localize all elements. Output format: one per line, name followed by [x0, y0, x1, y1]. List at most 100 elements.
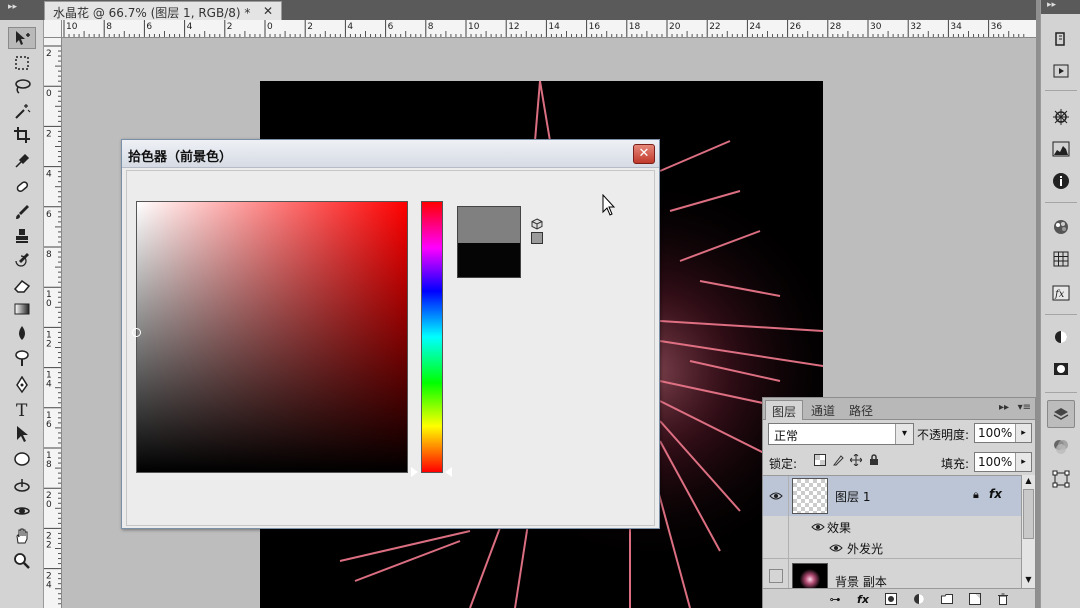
- move-tool-icon[interactable]: [8, 27, 36, 49]
- layer-thumbnail[interactable]: [792, 563, 828, 588]
- current-color-swatch[interactable]: [458, 243, 520, 277]
- horizontal-ruler[interactable]: 10 8 6 4 2 0 2 4 6 8 10 12 14 16 18 20 22 24 26 28 30 32 34 36: [62, 20, 1040, 38]
- layers-panel: 图层 通道 路径 ▸▸ ▾≡ 正常 ▾ 不透明度: 100% ▸ 锁定: 填充:…: [762, 397, 1036, 608]
- web-safe-color-icon[interactable]: [531, 232, 543, 244]
- new-group-icon[interactable]: [939, 591, 955, 607]
- healing-brush-tool-icon[interactable]: [8, 176, 36, 198]
- layer-fx-badge[interactable]: fx: [989, 487, 1002, 501]
- lasso-tool-icon[interactable]: [8, 75, 36, 97]
- hand-tool-icon[interactable]: [8, 525, 36, 547]
- layer-row-background-copy[interactable]: 背景 副本: [763, 558, 1021, 588]
- marquee-tool-icon[interactable]: [8, 52, 36, 74]
- blend-mode-select[interactable]: 正常 ▾: [768, 423, 914, 445]
- outer-glow-effect-row[interactable]: 外发光: [763, 537, 1021, 558]
- close-dialog-button[interactable]: ✕: [633, 144, 655, 164]
- ruler-label: 2: [46, 540, 52, 550]
- actions-panel-icon[interactable]: [1049, 60, 1073, 82]
- gradient-tool-icon[interactable]: [8, 298, 36, 320]
- hue-slider-left-handle[interactable]: [411, 467, 418, 477]
- fill-slider-arrow-icon[interactable]: ▸: [1015, 453, 1031, 471]
- fill-value: 100%: [978, 455, 1013, 469]
- scroll-down-icon[interactable]: ▼: [1023, 575, 1034, 587]
- masks-panel-icon[interactable]: [1049, 358, 1073, 380]
- 3d-rotate-tool-icon[interactable]: [8, 475, 36, 497]
- link-layers-icon[interactable]: ⊶: [827, 591, 843, 607]
- lock-position-icon[interactable]: [849, 453, 863, 467]
- layers-scrollbar[interactable]: ▲ ▼: [1021, 475, 1035, 588]
- fill-input[interactable]: 100% ▸: [974, 452, 1032, 472]
- type-tool-icon[interactable]: T: [8, 398, 36, 420]
- visibility-toggle-empty[interactable]: [769, 569, 783, 583]
- ruler-label: 8: [428, 22, 434, 32]
- navigator-panel-icon[interactable]: [1049, 106, 1073, 128]
- lock-all-icon[interactable]: [867, 453, 881, 467]
- info-panel-icon[interactable]: [1049, 170, 1073, 192]
- tab-channels[interactable]: 通道: [805, 400, 841, 420]
- add-mask-icon[interactable]: [883, 591, 899, 607]
- eye-icon[interactable]: [827, 539, 845, 557]
- color-compare-swatch: [457, 206, 521, 278]
- paths-panel-icon[interactable]: [1049, 468, 1073, 490]
- eraser-tool-icon[interactable]: [8, 274, 36, 296]
- lock-image-pixels-icon[interactable]: [831, 453, 845, 467]
- layer-name[interactable]: 图层 1: [835, 488, 870, 505]
- adjustments-panel-icon[interactable]: [1049, 326, 1073, 348]
- brush-tool-icon[interactable]: [8, 201, 36, 223]
- tab-paths[interactable]: 路径: [843, 400, 879, 420]
- path-selection-tool-icon[interactable]: [8, 423, 36, 445]
- ruler-origin[interactable]: [44, 20, 62, 38]
- crop-tool-icon[interactable]: [8, 124, 36, 146]
- new-layer-icon[interactable]: [967, 591, 983, 607]
- panel-menu-icon[interactable]: ▾≡: [1018, 402, 1031, 413]
- blur-tool-icon[interactable]: [8, 322, 36, 344]
- layer-name[interactable]: 背景 副本: [835, 573, 887, 588]
- vertical-ruler[interactable]: 2024681012141618202224: [44, 38, 62, 608]
- saturation-brightness-field[interactable]: [136, 201, 408, 473]
- hue-slider-right-handle[interactable]: [445, 467, 452, 477]
- opacity-input[interactable]: 100% ▸: [974, 423, 1032, 443]
- close-document-icon[interactable]: ✕: [263, 4, 273, 18]
- ruler-label: 2: [307, 22, 313, 32]
- lock-transparent-pixels-icon[interactable]: [813, 453, 827, 467]
- document-tab[interactable]: 水晶花 @ 66.7% (图层 1, RGB/8) * ✕: [44, 1, 282, 20]
- layers-panel-icon[interactable]: [1047, 400, 1075, 428]
- gamut-warning-cube-icon[interactable]: [531, 218, 543, 230]
- color-panel-icon[interactable]: [1049, 216, 1073, 238]
- new-adjustment-layer-icon[interactable]: [911, 591, 927, 607]
- scroll-up-icon[interactable]: ▲: [1023, 476, 1034, 488]
- color-picker-titlebar[interactable]: 拾色器（前景色） ✕: [122, 140, 659, 168]
- dock-collapse-icon[interactable]: ▸▸: [1041, 0, 1080, 14]
- add-layer-style-icon[interactable]: fx: [855, 591, 871, 607]
- tab-layers[interactable]: 图层: [765, 400, 804, 420]
- dodge-tool-icon[interactable]: [8, 347, 36, 369]
- scrollbar-thumb[interactable]: [1023, 489, 1034, 539]
- history-panel-icon[interactable]: [1049, 28, 1073, 50]
- panel-collapse-icon[interactable]: ▸▸: [999, 402, 1009, 413]
- magic-wand-tool-icon[interactable]: [8, 100, 36, 122]
- eye-icon[interactable]: [809, 518, 827, 536]
- color-picker-dialog: 拾色器（前景色） ✕: [121, 139, 660, 529]
- history-brush-tool-icon[interactable]: [8, 249, 36, 271]
- color-field-marker[interactable]: [132, 328, 141, 337]
- ellipse-tool-icon[interactable]: [8, 448, 36, 470]
- layer-thumbnail[interactable]: [792, 478, 828, 514]
- delete-layer-icon[interactable]: [995, 591, 1011, 607]
- zoom-tool-icon[interactable]: [8, 550, 36, 572]
- tools-panel: T: [0, 20, 44, 608]
- 3d-orbit-tool-icon[interactable]: [8, 500, 36, 522]
- vertical-ruler-ticks: 2024681012141618202224: [44, 45, 61, 605]
- histogram-panel-icon[interactable]: [1049, 138, 1073, 160]
- channels-panel-icon[interactable]: [1049, 436, 1073, 458]
- styles-panel-icon[interactable]: fx: [1049, 282, 1073, 304]
- opacity-slider-arrow-icon[interactable]: ▸: [1015, 424, 1031, 442]
- ruler-label: 2: [46, 339, 52, 349]
- pen-tool-icon[interactable]: [8, 374, 36, 396]
- eye-icon[interactable]: [767, 487, 785, 505]
- swatches-panel-icon[interactable]: [1049, 248, 1073, 270]
- layer-row-layer1[interactable]: 图层 1 🔒︎ fx: [763, 476, 1021, 516]
- clone-stamp-tool-icon[interactable]: [8, 225, 36, 247]
- hue-slider[interactable]: [421, 201, 443, 473]
- layer-effects-row[interactable]: 效果: [763, 516, 1021, 537]
- eyedropper-tool-icon[interactable]: [8, 149, 36, 171]
- panel-dock: ▸▸ fx: [1040, 0, 1080, 608]
